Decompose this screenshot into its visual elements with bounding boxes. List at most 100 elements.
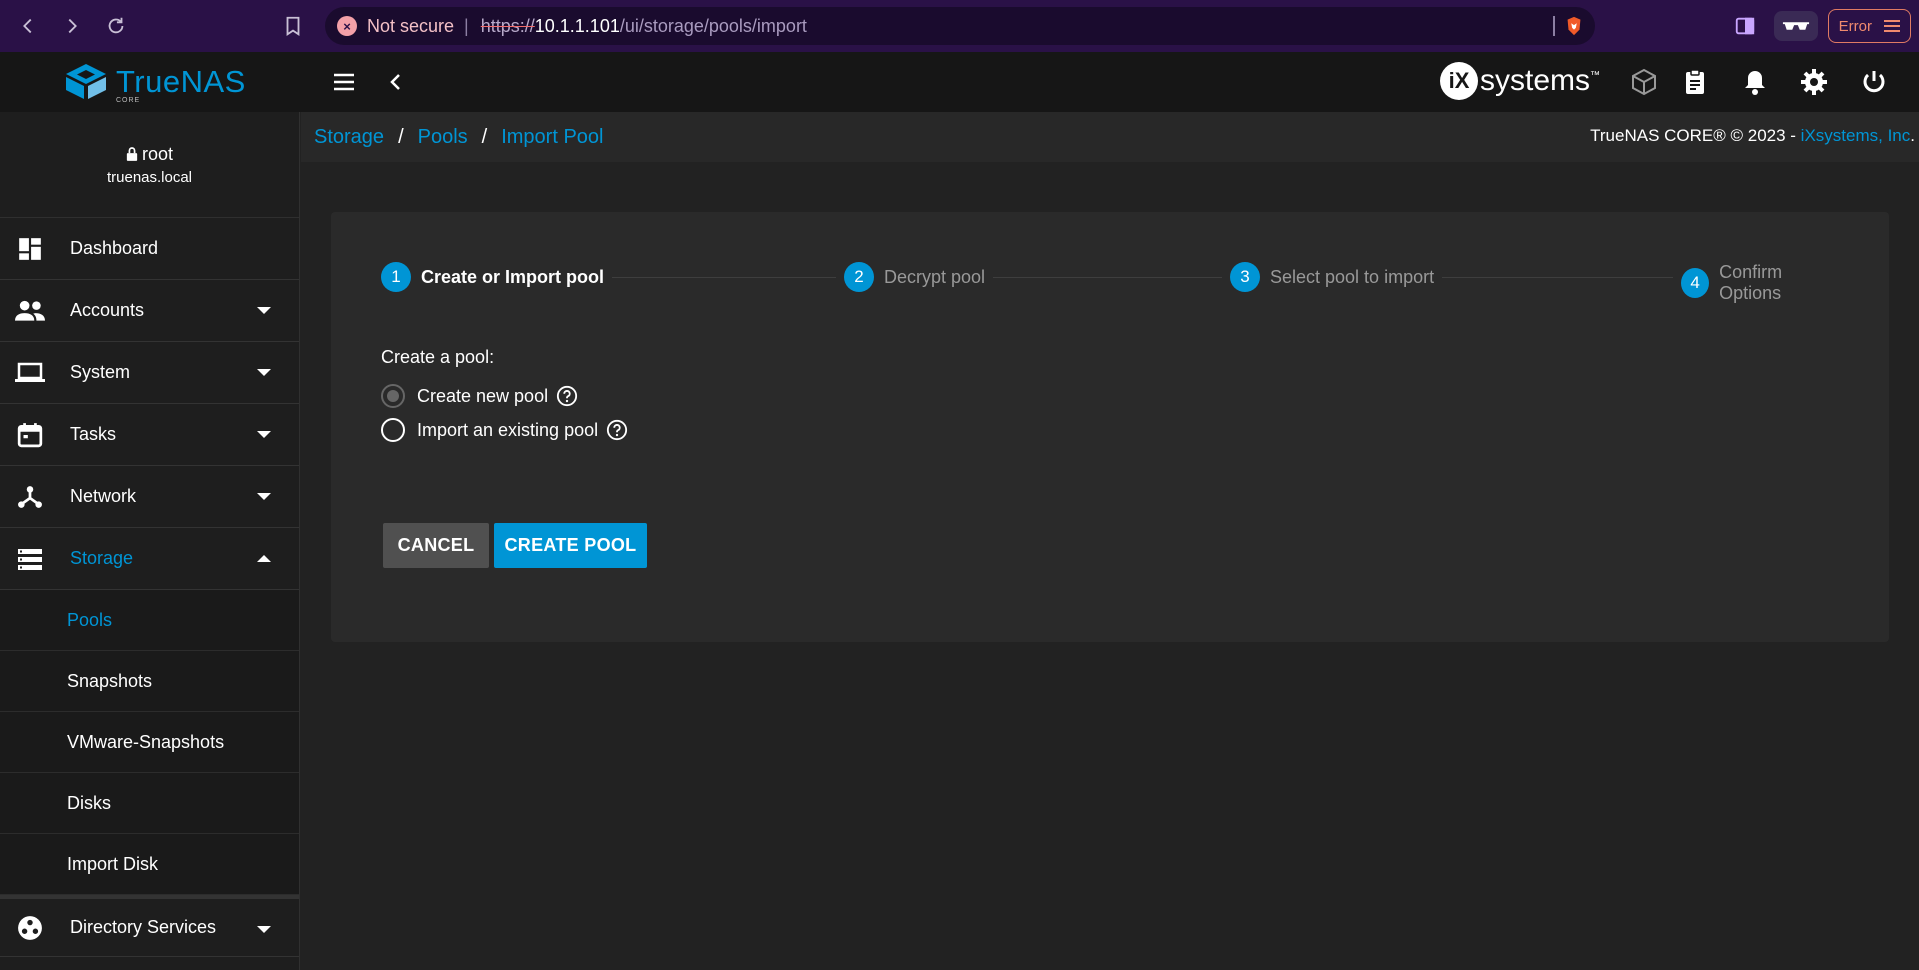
collapse-sidebar-icon[interactable] (384, 70, 408, 94)
not-secure-label: Not secure (367, 15, 455, 36)
sidebar-item-label: Dashboard (70, 238, 159, 258)
error-label: Error (1838, 17, 1872, 35)
help-icon[interactable] (606, 419, 628, 441)
chevron-down-icon (257, 431, 271, 438)
url-host: 10.1.1.101 (534, 15, 620, 36)
url-scheme: https:// (480, 15, 535, 36)
private-mode-icon[interactable] (1773, 11, 1818, 41)
browser-reload-button[interactable] (94, 4, 138, 48)
logo-nas: NAS (180, 64, 246, 99)
chevron-down-icon (257, 369, 271, 376)
step-number: 4 (1681, 268, 1710, 298)
url-separator: | (464, 15, 469, 36)
breadcrumb-import-pool[interactable]: Import Pool (501, 126, 603, 149)
dashboard-icon (15, 234, 45, 264)
radio-import-existing-pool[interactable]: Import an existing pool (381, 418, 628, 442)
not-secure-icon: × (337, 16, 357, 36)
sidebar-subitem-pools[interactable]: Pools (0, 590, 299, 651)
error-chip[interactable]: Error (1827, 9, 1911, 43)
bookmark-icon[interactable] (282, 14, 304, 38)
truenas-logo-icon (66, 64, 106, 99)
storage-icon (15, 544, 45, 574)
username: root (126, 144, 173, 165)
copyright: TrueNAS CORE® © 2023 - iXsystems, Inc. (1590, 126, 1915, 146)
sidebar-item-directory-services[interactable]: Directory Services (0, 895, 299, 957)
settings-gear-icon[interactable] (1800, 68, 1828, 96)
address-bar[interactable]: × Not secure | https://10.1.1.101/ui/sto… (325, 7, 1595, 45)
hamburger-menu-icon[interactable] (332, 70, 356, 94)
app-topbar: TrueNAS CORE iX systems ™ (0, 52, 1919, 112)
brave-shield-icon[interactable] (1563, 15, 1585, 37)
breadcrumb-separator: / (398, 125, 404, 148)
step-label: Create or Import pool (421, 266, 605, 287)
username-text: root (141, 143, 174, 164)
logo-core: CORE (116, 97, 141, 104)
create-pool-label: Create a pool: (381, 347, 495, 367)
sidebar-subitem-disks[interactable]: Disks (0, 773, 299, 834)
ixsystems-link[interactable]: iXsystems, Inc (1801, 126, 1911, 145)
url-path: /ui/storage/pools/import (619, 15, 807, 36)
breadcrumb-separator: / (481, 125, 488, 148)
sidebar-subitem-import-disk[interactable]: Import Disk (0, 834, 299, 895)
radio-create-new-pool[interactable]: Create new pool (381, 384, 578, 408)
notifications-bell-icon[interactable] (1741, 68, 1769, 96)
step-number: 1 (381, 262, 411, 292)
sidebar-item-system[interactable]: System (0, 342, 299, 404)
sidebar: root truenas.local Dashboard Accounts Sy… (0, 112, 300, 970)
sidebar-item-label: Accounts (70, 300, 145, 320)
create-pool-button[interactable]: CREATE POOL (494, 523, 647, 568)
laptop-icon (15, 358, 45, 388)
radio-button[interactable] (381, 418, 405, 442)
sidebar-item-label: Tasks (70, 424, 117, 444)
lock-icon (126, 147, 138, 161)
truenas-logo[interactable]: TrueNAS CORE (62, 62, 246, 104)
sidebar-item-tasks[interactable]: Tasks (0, 404, 299, 466)
step-decrypt-pool[interactable]: 2 Decrypt pool (836, 262, 994, 292)
sidebar-item-label: Network (70, 486, 137, 506)
accounts-icon (15, 296, 45, 326)
power-icon[interactable] (1860, 68, 1888, 96)
user-info: root truenas.local (0, 112, 299, 218)
ix-logo-mark: iX (1440, 62, 1478, 100)
ixsystems-logo[interactable]: iX systems ™ (1440, 62, 1600, 100)
sidebar-subitem-snapshots[interactable]: Snapshots (0, 651, 299, 712)
sidebar-toggle-icon[interactable] (1734, 15, 1756, 37)
ix-logo-tm: ™ (1590, 70, 1601, 81)
calendar-icon (15, 420, 45, 450)
sidebar-item-network[interactable]: Network (0, 466, 299, 528)
browser-forward-button[interactable] (50, 4, 94, 48)
step-label: Confirm Options (1719, 262, 1783, 303)
radio-button-checked[interactable] (381, 384, 405, 408)
help-icon[interactable] (556, 385, 578, 407)
step-confirm-options[interactable]: 4 Confirm Options (1673, 262, 1841, 304)
step-number: 3 (1230, 262, 1260, 292)
sidebar-item-label: Directory Services (70, 917, 217, 937)
sidebar-item-accounts[interactable]: Accounts (0, 280, 299, 342)
chevron-down-icon (257, 493, 271, 500)
url-divider (1553, 16, 1555, 36)
breadcrumb-pools[interactable]: Pools (418, 126, 468, 149)
step-label: Decrypt pool (884, 266, 986, 287)
step-select-pool[interactable]: 3 Select pool to import (1222, 262, 1443, 292)
sidebar-item-label: Storage (70, 548, 134, 568)
directory-services-icon (15, 913, 45, 943)
ix-logo-text: systems (1480, 64, 1591, 97)
sidebar-item-dashboard[interactable]: Dashboard (0, 218, 299, 280)
sidebar-subitem-vmware-snapshots[interactable]: VMware-Snapshots (0, 712, 299, 773)
task-manager-icon[interactable] (1681, 68, 1709, 96)
hostname: truenas.local (106, 168, 193, 186)
browser-extensions: Error (1734, 0, 1919, 52)
cancel-button[interactable]: CANCEL (383, 523, 489, 568)
truecommand-icon[interactable] (1630, 68, 1658, 96)
network-icon (15, 482, 45, 512)
import-pool-wizard: 1 Create or Import pool 2 Decrypt pool 3… (331, 212, 1889, 642)
logo-text: TrueNAS (116, 64, 246, 99)
breadcrumb-storage[interactable]: Storage (314, 126, 384, 149)
chevron-up-icon (257, 555, 271, 562)
copyright-text: TrueNAS CORE® © 2023 - (1590, 126, 1801, 145)
radio-label: Import an existing pool (417, 419, 599, 440)
sidebar-item-storage[interactable]: Storage (0, 528, 299, 590)
step-create-or-import[interactable]: 1 Create or Import pool (381, 262, 613, 292)
browser-back-button[interactable] (6, 4, 50, 48)
browser-toolbar: × Not secure | https://10.1.1.101/ui/sto… (0, 0, 1919, 52)
